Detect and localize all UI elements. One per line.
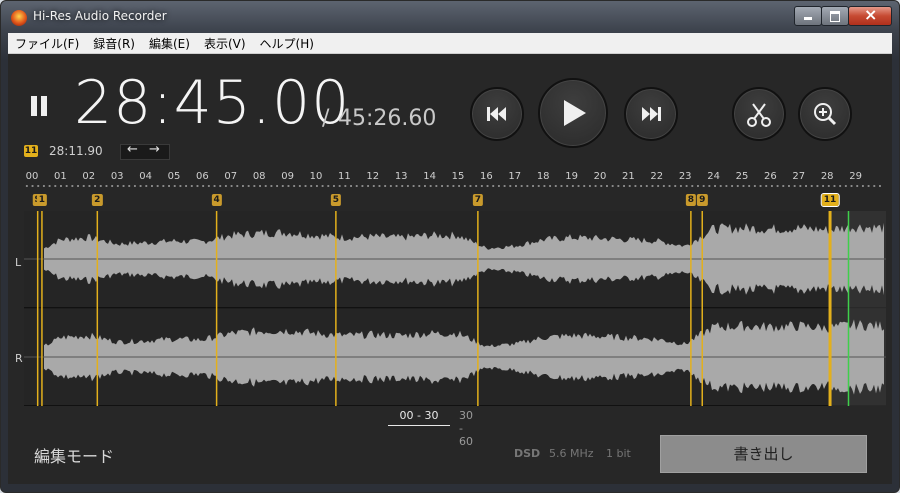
ruler-tick: 19 <box>565 171 578 182</box>
close-button[interactable] <box>848 5 892 26</box>
waveform-area[interactable] <box>24 211 886 406</box>
ruler-tick: 21 <box>622 171 635 182</box>
ruler-tick: 17 <box>508 171 522 182</box>
ruler-tick: 04 <box>139 171 152 182</box>
app-window: Hi-Res Audio Recorder ファイル(F) 録音(R) 編集(E… <box>0 0 900 493</box>
format-type: DSD <box>514 447 541 460</box>
main-panel: 28:45.00 / 45:26.60 11 28:11.90 ← → 00 0… <box>8 54 892 484</box>
marker-8[interactable]: 8 <box>685 194 697 206</box>
track-label-right: R <box>15 352 23 365</box>
ruler-tick: 13 <box>394 171 408 182</box>
ruler-tick: 08 <box>252 171 266 182</box>
ruler-tick: 02 <box>82 171 96 182</box>
ruler-tick: 10 <box>309 171 323 182</box>
ruler-tick: 00 <box>25 171 39 182</box>
total-time: 45:26.60 <box>338 106 437 131</box>
ruler-tick: 11 <box>338 171 351 182</box>
range-tab-inactive[interactable]: 30 - 60 <box>459 409 473 448</box>
scissors-icon <box>747 103 771 127</box>
marker-4[interactable]: 4 <box>211 194 222 206</box>
ruler-tick: 14 <box>423 171 436 182</box>
ruler-tick: 03 <box>110 171 124 182</box>
ruler-tick: 15 <box>451 171 465 182</box>
marker-time: 28:11.90 <box>49 144 103 158</box>
menu-edit[interactable]: 編集(E) <box>142 35 197 52</box>
arrow-left-icon[interactable]: ← <box>127 142 138 157</box>
ruler-tick: 16 <box>480 171 493 182</box>
ruler-tick: 18 <box>536 171 550 182</box>
play-icon <box>564 100 586 126</box>
time-separator: / <box>322 106 330 131</box>
marker-9[interactable]: 9 <box>697 194 708 206</box>
pause-icon[interactable] <box>29 96 49 116</box>
ruler-tick: 22 <box>650 171 664 182</box>
next-icon <box>642 107 661 121</box>
range-tab-active[interactable]: 00 - 30 <box>388 409 450 426</box>
ruler-tick: 25 <box>735 171 749 182</box>
ruler-tick: 20 <box>593 171 607 182</box>
zoom-in-icon <box>814 103 837 126</box>
format-bits: 1 bit <box>606 447 631 460</box>
ruler-tick: 09 <box>281 171 294 182</box>
app-logo-icon <box>11 10 27 26</box>
menu-record[interactable]: 録音(R) <box>86 35 142 52</box>
waveform-svg <box>24 211 886 406</box>
maximize-button[interactable] <box>821 6 849 26</box>
cut-button[interactable] <box>732 87 786 141</box>
ruler-tick: 27 <box>792 171 806 182</box>
current-time: 28:45.00 <box>74 68 351 138</box>
ruler-tick: 12 <box>366 171 380 182</box>
ruler-tick: 28 <box>820 171 834 182</box>
menu-help[interactable]: ヘルプ(H) <box>253 35 321 52</box>
window-title: Hi-Res Audio Recorder <box>33 9 167 23</box>
export-button[interactable]: 書き出し <box>660 435 867 473</box>
play-button[interactable] <box>538 78 608 148</box>
ruler-tick: 07 <box>224 171 238 182</box>
marker-1[interactable]: 1 <box>36 194 48 206</box>
ruler-dots <box>24 185 884 187</box>
menu-view[interactable]: 表示(V) <box>197 35 253 52</box>
format-rate: 5.6 MHz <box>549 447 594 460</box>
ruler-tick: 23 <box>678 171 692 182</box>
marker-row: S124578911 <box>24 193 884 208</box>
arrow-right-icon[interactable]: → <box>149 142 160 157</box>
track-label-left: L <box>15 256 22 269</box>
mode-label: 編集モード <box>34 447 115 466</box>
marker-5[interactable]: 5 <box>330 194 342 206</box>
marker-11[interactable]: 11 <box>820 193 840 207</box>
ruler-tick: 26 <box>764 171 777 182</box>
previous-button[interactable] <box>470 87 524 141</box>
menu-bar: ファイル(F) 録音(R) 編集(E) 表示(V) ヘルプ(H) <box>8 33 892 54</box>
ruler-tick: 24 <box>707 171 720 182</box>
zoom-button[interactable] <box>798 87 852 141</box>
ruler-tick: 29 <box>849 171 862 182</box>
minimize-button[interactable] <box>794 6 822 26</box>
marker-nav: ← → <box>120 142 170 160</box>
ruler-tick: 05 <box>167 171 181 182</box>
ruler-tick: 06 <box>196 171 209 182</box>
marker-7[interactable]: 7 <box>472 194 484 206</box>
ruler-tick: 01 <box>54 171 67 182</box>
title-bar[interactable]: Hi-Res Audio Recorder <box>1 1 899 33</box>
menu-file[interactable]: ファイル(F) <box>8 35 86 52</box>
marker-badge: 11 <box>24 145 38 157</box>
timeline-ruler[interactable]: 00 01 02 03 04 05 06 07 08 09 10 11 12 13 14 15 16 17 18 19… <box>24 171 884 193</box>
marker-2[interactable]: 2 <box>92 194 103 206</box>
next-button[interactable] <box>624 87 678 141</box>
previous-icon <box>487 107 506 121</box>
